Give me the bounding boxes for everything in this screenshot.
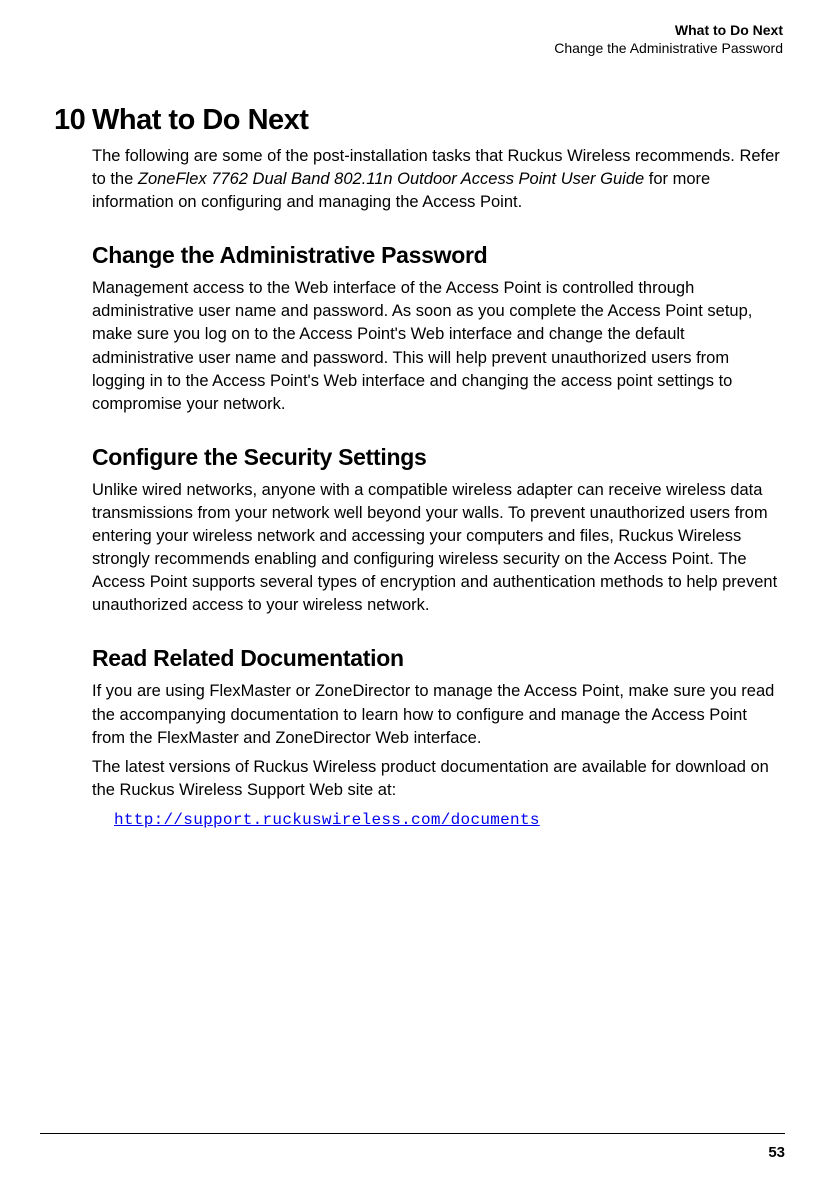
section-title: Configure the Security Settings: [92, 444, 783, 471]
support-link[interactable]: http://support.ruckuswireless.com/docume…: [114, 811, 540, 829]
chapter-title: What to Do Next: [92, 104, 308, 137]
section-paragraph: If you are using FlexMaster or ZoneDirec…: [92, 680, 783, 749]
section-body: Unlike wired networks, anyone with a com…: [92, 479, 783, 618]
section-change-password: Change the Administrative Password Manag…: [92, 242, 783, 416]
section-paragraph: The latest versions of Ruckus Wireless p…: [92, 756, 783, 802]
chapter-heading: 10 What to Do Next: [54, 104, 783, 137]
page-footer: 53: [40, 1133, 785, 1162]
running-header: What to Do Next Change the Administrativ…: [40, 22, 785, 56]
intro-doc-ref: ZoneFlex 7762 Dual Band 802.11n Outdoor …: [138, 170, 644, 188]
page-number: 53: [768, 1144, 785, 1161]
section-related-docs: Read Related Documentation If you are us…: [92, 645, 783, 831]
header-subtitle: Change the Administrative Password: [40, 40, 783, 56]
chapter-number: 10: [54, 104, 92, 137]
header-title: What to Do Next: [40, 22, 783, 38]
section-body: Management access to the Web interface o…: [92, 277, 783, 416]
chapter-intro: The following are some of the post-insta…: [92, 145, 783, 214]
section-configure-security: Configure the Security Settings Unlike w…: [92, 444, 783, 618]
section-title: Read Related Documentation: [92, 645, 783, 672]
section-title: Change the Administrative Password: [92, 242, 783, 269]
